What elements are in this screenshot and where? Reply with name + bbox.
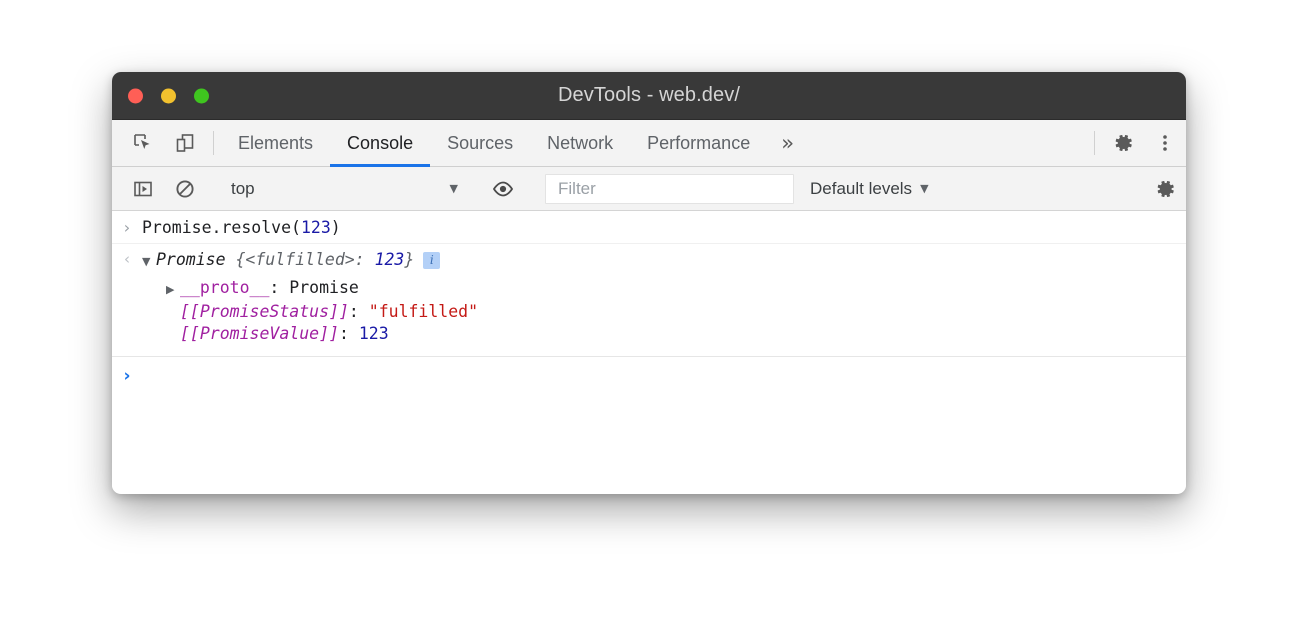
- tab-console[interactable]: Console: [330, 120, 430, 166]
- window-title: DevTools - web.dev/: [112, 84, 1186, 107]
- property-value: 123: [359, 324, 389, 343]
- result-object-name: Promise: [156, 250, 226, 269]
- devtools-window: DevTools - web.dev/ Elements: [112, 72, 1186, 494]
- window-titlebar: DevTools - web.dev/: [112, 72, 1186, 120]
- property-value: Promise: [289, 278, 359, 297]
- property-promise-value: [[PromiseValue]]: 123: [112, 323, 389, 344]
- tab-console-label: Console: [347, 133, 413, 154]
- live-expression-eye-icon[interactable]: [482, 177, 524, 201]
- screenshot-stage: DevTools - web.dev/ Elements: [0, 0, 1296, 640]
- filter-input[interactable]: Filter: [545, 174, 794, 204]
- gear-icon[interactable]: [1102, 120, 1144, 166]
- tab-sources[interactable]: Sources: [430, 120, 530, 166]
- property-row-promise-status[interactable]: [[PromiseStatus]]: "fulfilled": [112, 300, 1186, 322]
- input-caret-icon: ›: [112, 217, 142, 238]
- tab-performance[interactable]: Performance: [630, 120, 767, 166]
- chevron-down-icon: ▼: [450, 182, 458, 195]
- tab-network-label: Network: [547, 133, 613, 154]
- more-tabs-label: »: [781, 131, 794, 155]
- expression-number: 123: [301, 218, 331, 237]
- console-expression: Promise.resolve(123): [142, 217, 341, 238]
- tabbar-divider: [213, 131, 214, 155]
- result-preview-close: }: [404, 250, 414, 269]
- property-separator: :: [349, 302, 369, 321]
- property-value: "fulfilled": [369, 302, 478, 321]
- minimize-button[interactable]: [161, 88, 176, 103]
- inspect-element-icon[interactable]: [122, 120, 164, 166]
- property-promise-status: [[PromiseStatus]]: "fulfilled": [112, 301, 478, 322]
- disclosure-triangle-icon[interactable]: ▼: [142, 251, 156, 272]
- tab-elements-label: Elements: [238, 133, 313, 154]
- tabbar-spacer: [808, 120, 1087, 166]
- zoom-button[interactable]: [194, 88, 209, 103]
- disclosure-triangle-icon[interactable]: ▶: [166, 279, 180, 300]
- property-row-proto[interactable]: ▶__proto__: Promise: [112, 276, 1186, 300]
- expression-suffix: ): [331, 218, 341, 237]
- console-settings-gear-icon[interactable]: [1144, 177, 1186, 201]
- property-separator: :: [339, 324, 359, 343]
- property-row-promise-value[interactable]: [[PromiseValue]]: 123: [112, 322, 1186, 344]
- tabbar-right-divider: [1094, 131, 1095, 155]
- tab-network[interactable]: Network: [530, 120, 630, 166]
- result-preview: {<fulfilled>:: [226, 250, 375, 269]
- console-result: ▼Promise {<fulfilled>: 123} i: [142, 249, 440, 272]
- property-proto: ▶__proto__: Promise: [112, 277, 359, 300]
- console-output[interactable]: › Promise.resolve(123) ‹ ▼Promise {<fulf…: [112, 211, 1186, 493]
- console-result-row[interactable]: ‹ ▼Promise {<fulfilled>: 123} i: [112, 244, 1186, 276]
- tab-elements[interactable]: Elements: [221, 120, 330, 166]
- expression-prefix: Promise.resolve(: [142, 218, 301, 237]
- tab-sources-label: Sources: [447, 133, 513, 154]
- console-input-row[interactable]: › Promise.resolve(123): [112, 211, 1186, 244]
- execution-context-value: top: [231, 179, 255, 199]
- console-prompt-row[interactable]: ›: [112, 356, 1186, 391]
- more-vertical-icon[interactable]: [1144, 120, 1186, 166]
- device-toolbar-icon[interactable]: [164, 120, 206, 166]
- property-key: __proto__: [180, 278, 269, 297]
- devtools-tabbar: Elements Console Sources Network Perform…: [112, 120, 1186, 167]
- more-tabs-chevron-icon[interactable]: »: [767, 120, 808, 166]
- console-toolbar: top ▼ Filter Default levels ▼: [112, 167, 1186, 211]
- window-controls: [128, 88, 209, 103]
- log-levels-select[interactable]: Default levels ▼: [810, 179, 929, 199]
- property-separator: :: [269, 278, 289, 297]
- close-button[interactable]: [128, 88, 143, 103]
- property-key: [[PromiseValue]]: [180, 324, 339, 343]
- chevron-down-icon: ▼: [920, 182, 928, 195]
- log-levels-label: Default levels: [810, 179, 912, 199]
- info-badge[interactable]: i: [423, 252, 440, 269]
- return-arrow-icon: ‹: [112, 249, 142, 270]
- clear-console-icon[interactable]: [164, 178, 206, 200]
- tab-performance-label: Performance: [647, 133, 750, 154]
- result-preview-value: 123: [375, 250, 405, 269]
- console-sidebar-icon[interactable]: [122, 178, 164, 200]
- execution-context-select[interactable]: top ▼: [221, 179, 467, 199]
- prompt-caret-icon: ›: [112, 366, 142, 387]
- property-key: [[PromiseStatus]]: [180, 302, 349, 321]
